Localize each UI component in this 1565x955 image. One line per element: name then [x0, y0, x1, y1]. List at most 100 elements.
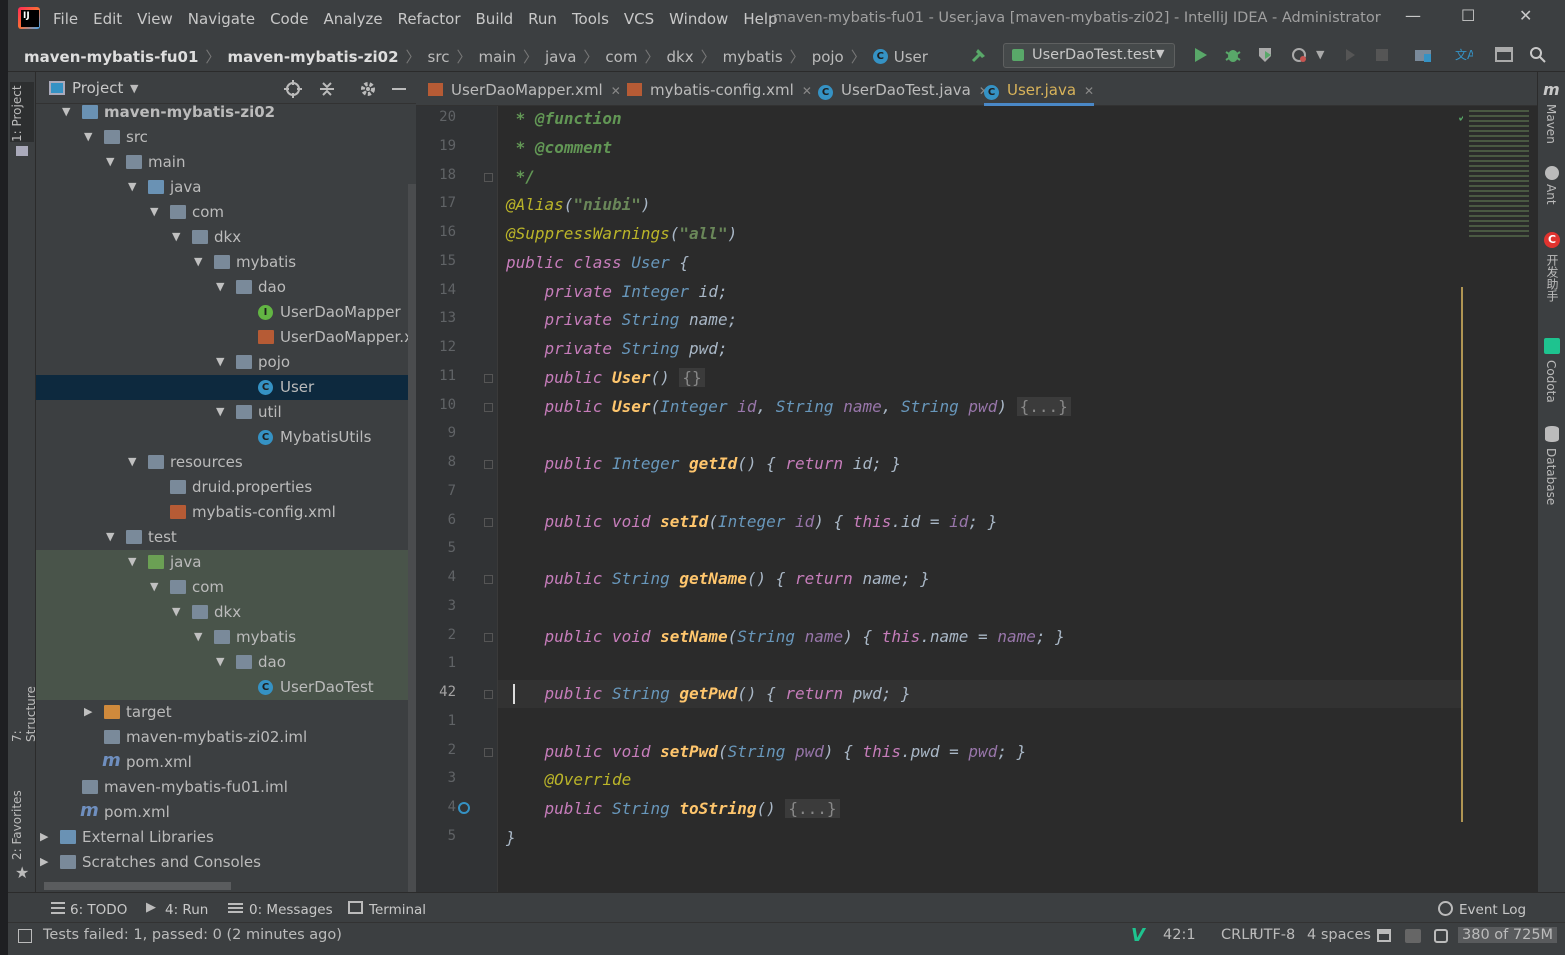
breadcrumb-item[interactable]: mybatis: [723, 48, 783, 66]
breadcrumb-item[interactable]: pojo: [812, 48, 844, 66]
breadcrumb-item[interactable]: maven-mybatis-zi02: [227, 48, 398, 66]
code-editor[interactable]: 20 19 18 17 16 15 14 13 12 11 10 9 8 7 6 5 4 3 2 1 42 1 2 3 4 5 *…: [416, 105, 1471, 892]
code-line[interactable]: * @function: [506, 105, 622, 133]
chevron-down-icon[interactable]: ▼: [216, 280, 224, 293]
code-line[interactable]: private Integer id;: [506, 278, 728, 306]
menu-code[interactable]: Code: [270, 10, 308, 28]
tab-terminal[interactable]: Terminal: [369, 902, 426, 918]
hector-icon[interactable]: [1434, 929, 1448, 943]
tab-event-log[interactable]: Event Log: [1459, 902, 1526, 918]
code-line[interactable]: public void setId(Integer id) { this.id …: [506, 508, 998, 536]
tree-item[interactable]: ▼ dkx: [36, 600, 416, 625]
chevron-down-icon[interactable]: ▼: [172, 605, 180, 618]
fold-marker-icon[interactable]: [484, 402, 493, 412]
tree-item[interactable]: ▼ dkx: [36, 225, 416, 250]
project-view-select[interactable]: Project: [72, 79, 123, 97]
tree-item[interactable]: ▼ com: [36, 575, 416, 600]
chevron-down-icon[interactable]: ▼: [84, 130, 92, 143]
tree-item[interactable]: ▶ Scratches and Consoles: [36, 850, 416, 875]
editor-tab[interactable]: C User.java ✕: [984, 72, 1095, 106]
fold-marker-icon[interactable]: [484, 575, 493, 584]
chevron-down-icon[interactable]: ▼: [128, 180, 136, 193]
tree-item[interactable]: m pom.xml: [36, 750, 416, 775]
close-button[interactable]: ✕: [1519, 6, 1532, 25]
translate-icon[interactable]: 文A: [1455, 46, 1473, 64]
tab-project-tool[interactable]: 1: Project: [10, 82, 34, 142]
indent-setting[interactable]: 4 spaces: [1307, 927, 1371, 943]
tree-item[interactable]: m pom.xml: [36, 800, 416, 825]
code-line[interactable]: public Integer getId() { return id; }: [506, 450, 901, 478]
tab-dev-assistant-tool[interactable]: 开发助手: [1544, 254, 1561, 302]
toggle-tool-windows-icon[interactable]: [18, 929, 32, 943]
code-line[interactable]: public String toString() {...}: [506, 795, 840, 823]
tab-ant-tool[interactable]: Ant: [1544, 184, 1558, 205]
tree-item[interactable]: I UserDaoMapper: [36, 300, 416, 325]
menu-analyze[interactable]: Analyze: [323, 10, 382, 28]
menu-view[interactable]: View: [137, 10, 173, 28]
tree-horizontal-scrollbar[interactable]: [44, 882, 231, 890]
fold-marker-icon[interactable]: [484, 517, 493, 527]
locate-icon[interactable]: [284, 80, 302, 98]
chevron-down-icon[interactable]: ▼: [62, 105, 70, 118]
hide-panel-icon[interactable]: [392, 88, 406, 90]
menu-refactor[interactable]: Refactor: [398, 10, 461, 28]
gear-icon[interactable]: [359, 80, 377, 98]
code-line[interactable]: public User(Integer id, String name, Str…: [506, 393, 1071, 421]
code-line[interactable]: public User() {}: [506, 364, 705, 392]
code-line[interactable]: public String getName() { return name; }: [506, 565, 930, 593]
tree-item[interactable]: maven-mybatis-zi02.iml: [36, 725, 416, 750]
menu-tools[interactable]: Tools: [572, 10, 609, 28]
chevron-down-icon[interactable]: ▼: [130, 82, 138, 95]
debug-icon[interactable]: [1224, 46, 1242, 64]
code-line[interactable]: private String name;: [506, 306, 738, 334]
presentation-icon[interactable]: [1495, 46, 1513, 64]
tree-item[interactable]: UserDaoMapper.xml: [36, 325, 432, 350]
maximize-button[interactable]: ☐: [1461, 6, 1475, 25]
chevron-down-icon[interactable]: ▼: [128, 455, 136, 468]
close-tab-icon[interactable]: ✕: [611, 84, 621, 98]
tree-item[interactable]: ▼ main: [36, 150, 416, 175]
breadcrumb-item[interactable]: dkx: [666, 48, 693, 66]
chevron-down-icon[interactable]: ▼: [106, 155, 114, 168]
tree-item[interactable]: ▼ dao: [36, 650, 416, 675]
run-more-chevron-icon[interactable]: ▼: [1316, 48, 1324, 61]
tab-todo[interactable]: 6: TODO: [70, 902, 127, 918]
breadcrumb-item[interactable]: java: [545, 48, 576, 66]
code-line[interactable]: */: [506, 163, 535, 191]
code-line[interactable]: @Override: [506, 766, 632, 794]
memory-indicator[interactable]: 380 of 725M: [1458, 927, 1558, 943]
run-configuration-select[interactable]: UserDaoTest.test ▼: [1003, 43, 1175, 68]
chevron-down-icon[interactable]: ▼: [128, 555, 136, 568]
tree-item[interactable]: C MybatisUtils: [36, 425, 416, 450]
code-line[interactable]: public class User {: [506, 249, 689, 277]
file-encoding[interactable]: UTF-8: [1253, 927, 1295, 943]
status-message[interactable]: Tests failed: 1, passed: 0 (2 minutes ag…: [43, 927, 342, 943]
menu-file[interactable]: File: [53, 10, 78, 28]
close-tab-icon[interactable]: ✕: [802, 84, 812, 98]
code-minimap[interactable]: [1463, 106, 1537, 892]
editor-tab[interactable]: mybatis-config.xml ✕: [627, 72, 812, 106]
build-hammer-icon[interactable]: [970, 46, 988, 64]
code-line[interactable]: public void setPwd(String pwd) { this.pw…: [506, 738, 1027, 766]
fold-marker-icon[interactable]: [484, 172, 493, 182]
tree-item[interactable]: ▶ target: [36, 700, 416, 725]
breadcrumb-item[interactable]: maven-mybatis-fu01: [24, 48, 198, 66]
breadcrumb-item[interactable]: main: [478, 48, 515, 66]
code-line[interactable]: @SuppressWarnings("all"): [506, 220, 737, 248]
minimize-button[interactable]: —: [1405, 6, 1421, 25]
tree-item[interactable]: ▼ resources: [36, 450, 416, 475]
breadcrumb-item[interactable]: com: [605, 48, 637, 66]
tree-item[interactable]: ▼ maven-mybatis-zi02: [36, 100, 416, 125]
tab-maven-tool[interactable]: Maven: [1544, 104, 1558, 144]
override-method-icon[interactable]: [458, 802, 470, 814]
tree-item[interactable]: ▼ pojo: [36, 350, 416, 375]
fold-marker-icon[interactable]: [484, 747, 493, 757]
chevron-down-icon[interactable]: ▼: [106, 530, 114, 543]
code-line[interactable]: * @comment: [506, 134, 612, 162]
search-icon[interactable]: [1529, 46, 1547, 64]
project-structure-icon[interactable]: [1414, 46, 1432, 64]
tree-item[interactable]: druid.properties: [36, 475, 416, 500]
tree-item[interactable]: ▶ External Libraries: [36, 825, 416, 850]
chevron-right-icon[interactable]: ▶: [84, 705, 92, 718]
tree-item[interactable]: mybatis-config.xml: [36, 500, 416, 525]
